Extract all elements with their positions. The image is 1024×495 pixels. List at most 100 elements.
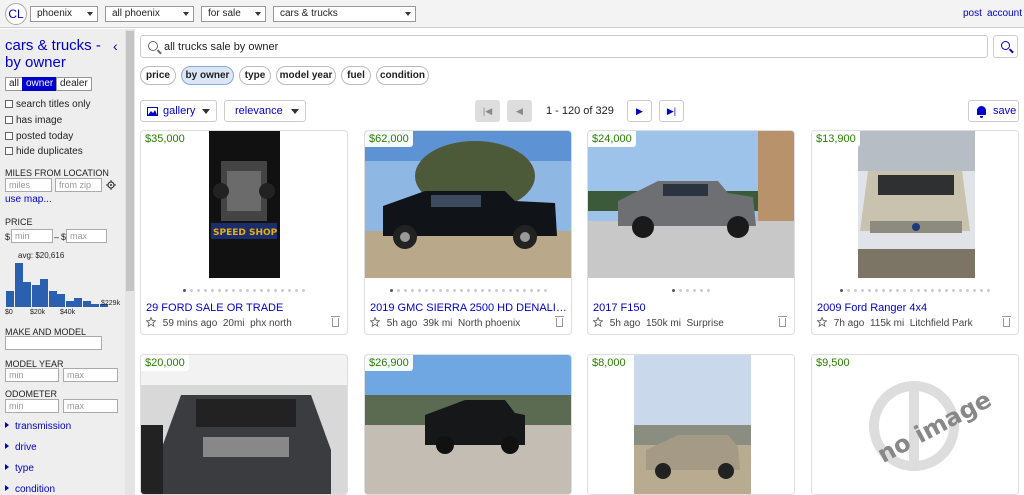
seller-dealer-toggle[interactable]: dealer bbox=[56, 77, 92, 91]
search-titles-only-checkbox[interactable]: search titles only bbox=[5, 99, 90, 110]
first-page-button[interactable]: |◀ bbox=[475, 100, 500, 122]
photo-dot[interactable] bbox=[686, 289, 689, 292]
hide-listing-trash-icon[interactable] bbox=[778, 316, 787, 327]
next-page-button[interactable]: ▶ bbox=[627, 100, 652, 122]
photo-dot[interactable] bbox=[889, 289, 892, 292]
photo-dot[interactable] bbox=[980, 289, 983, 292]
zip-input[interactable]: from zip bbox=[55, 178, 102, 192]
photo-dot[interactable] bbox=[917, 289, 920, 292]
photo-dot[interactable] bbox=[987, 289, 990, 292]
subarea-select[interactable]: all phoenix bbox=[105, 6, 194, 22]
photo-dot[interactable] bbox=[515, 289, 519, 292]
locate-me-icon[interactable] bbox=[106, 180, 116, 190]
photo-dot[interactable] bbox=[700, 289, 703, 292]
favorite-star-icon[interactable] bbox=[146, 317, 156, 327]
photo-dot[interactable] bbox=[389, 289, 393, 292]
favorite-star-icon[interactable] bbox=[370, 317, 380, 327]
odometer-max-input[interactable]: max bbox=[63, 399, 118, 413]
seller-all-toggle[interactable]: all bbox=[5, 77, 24, 91]
facet-condition[interactable]: condition bbox=[5, 484, 55, 495]
photo-dot[interactable] bbox=[536, 289, 540, 292]
photo-dot[interactable] bbox=[959, 289, 962, 292]
model-year-min-input[interactable]: min bbox=[5, 368, 59, 382]
listing-card[interactable]: $8,000 bbox=[587, 354, 795, 495]
photo-dot[interactable] bbox=[211, 289, 214, 292]
photo-dot[interactable] bbox=[973, 289, 976, 292]
sort-select[interactable]: relevance bbox=[224, 100, 306, 122]
listing-card[interactable]: $13,900 2009 Ford Ranger 4x4 7h ago 115k… bbox=[811, 130, 1019, 335]
listing-card[interactable]: $24,000 2017 F150 5h ago 150k mi Surpris… bbox=[587, 130, 795, 335]
photo-dot[interactable] bbox=[854, 289, 857, 292]
hide-listing-trash-icon[interactable] bbox=[1002, 316, 1011, 327]
photo-dot[interactable] bbox=[529, 289, 533, 292]
photo-dot[interactable] bbox=[218, 289, 221, 292]
photo-dot[interactable] bbox=[847, 289, 850, 292]
use-map-link[interactable]: use map... bbox=[5, 194, 52, 205]
model-year-max-input[interactable]: max bbox=[63, 368, 118, 382]
sidebar-scrollbar[interactable] bbox=[125, 29, 135, 495]
filter-chip-fuel[interactable]: fuel bbox=[341, 66, 371, 85]
account-link[interactable]: account bbox=[987, 8, 1022, 19]
photo-dot[interactable] bbox=[274, 289, 277, 292]
hide-listing-trash-icon[interactable] bbox=[555, 316, 564, 327]
photo-dot[interactable] bbox=[910, 289, 913, 292]
area-select[interactable]: phoenix bbox=[30, 6, 98, 22]
photo-dot[interactable] bbox=[239, 289, 242, 292]
listing-photo[interactable]: $24,000 bbox=[588, 131, 794, 278]
photo-dot[interactable] bbox=[938, 289, 941, 292]
photo-dot[interactable] bbox=[896, 289, 899, 292]
photo-dot[interactable] bbox=[868, 289, 871, 292]
last-page-button[interactable]: ▶| bbox=[659, 100, 684, 122]
photo-dot[interactable] bbox=[288, 289, 291, 292]
listing-photo[interactable]: $26,900 bbox=[365, 355, 571, 494]
listing-photo[interactable]: $8,000 bbox=[588, 355, 794, 494]
photo-dot[interactable] bbox=[281, 289, 284, 292]
photo-dot[interactable] bbox=[882, 289, 885, 292]
photo-dot[interactable] bbox=[438, 289, 442, 292]
filter-chip-condition[interactable]: condition bbox=[376, 66, 429, 85]
make-model-input[interactable] bbox=[5, 336, 102, 350]
photo-dot[interactable] bbox=[452, 289, 456, 292]
favorite-star-icon[interactable] bbox=[593, 317, 603, 327]
photo-dot[interactable] bbox=[543, 289, 547, 292]
photo-dot[interactable] bbox=[204, 289, 207, 292]
photo-dot[interactable] bbox=[190, 289, 193, 292]
photo-dot[interactable] bbox=[487, 289, 491, 292]
save-search-button[interactable]: save bbox=[968, 100, 1019, 122]
hide-listing-trash-icon[interactable] bbox=[331, 316, 340, 327]
facet-transmission[interactable]: transmission bbox=[5, 421, 71, 432]
facet-type[interactable]: type bbox=[5, 463, 34, 474]
odometer-min-input[interactable]: min bbox=[5, 399, 59, 413]
photo-dot[interactable] bbox=[466, 289, 470, 292]
photo-dot[interactable] bbox=[501, 289, 505, 292]
photo-dot[interactable] bbox=[246, 289, 249, 292]
photo-dot[interactable] bbox=[431, 289, 435, 292]
filter-chip-model-year[interactable]: model year bbox=[276, 66, 336, 85]
photo-dot[interactable] bbox=[494, 289, 498, 292]
listing-card[interactable]: SPEED SHOP $35,000 29 FORD SALE OR TRADE… bbox=[140, 130, 348, 335]
price-max-input[interactable]: max bbox=[66, 229, 107, 243]
photo-dot[interactable] bbox=[403, 289, 407, 292]
photo-dot[interactable] bbox=[952, 289, 955, 292]
favorite-star-icon[interactable] bbox=[817, 317, 827, 327]
photo-dot[interactable] bbox=[396, 289, 400, 292]
seller-owner-toggle[interactable]: owner bbox=[22, 77, 58, 91]
photo-dot[interactable] bbox=[966, 289, 969, 292]
listing-photo[interactable]: $20,000 bbox=[141, 355, 347, 494]
photo-dot[interactable] bbox=[903, 289, 906, 292]
listing-photo[interactable]: no image $9,500 bbox=[812, 355, 1018, 494]
listing-title[interactable]: 2017 F150 bbox=[593, 302, 791, 314]
photo-dot[interactable] bbox=[295, 289, 298, 292]
facet-drive[interactable]: drive bbox=[5, 442, 37, 453]
photo-dot[interactable] bbox=[679, 289, 682, 292]
photo-dot[interactable] bbox=[931, 289, 934, 292]
photo-dot[interactable] bbox=[459, 289, 463, 292]
craigslist-logo[interactable]: CL bbox=[5, 3, 27, 25]
hide-duplicates-checkbox[interactable]: hide duplicates bbox=[5, 146, 83, 157]
photo-dot[interactable] bbox=[693, 289, 696, 292]
photo-dot[interactable] bbox=[480, 289, 484, 292]
listing-card[interactable]: $20,000 bbox=[140, 354, 348, 495]
photo-dot[interactable] bbox=[424, 289, 428, 292]
prev-page-button[interactable]: ◀ bbox=[507, 100, 532, 122]
filter-chip-price[interactable]: price bbox=[140, 66, 176, 85]
